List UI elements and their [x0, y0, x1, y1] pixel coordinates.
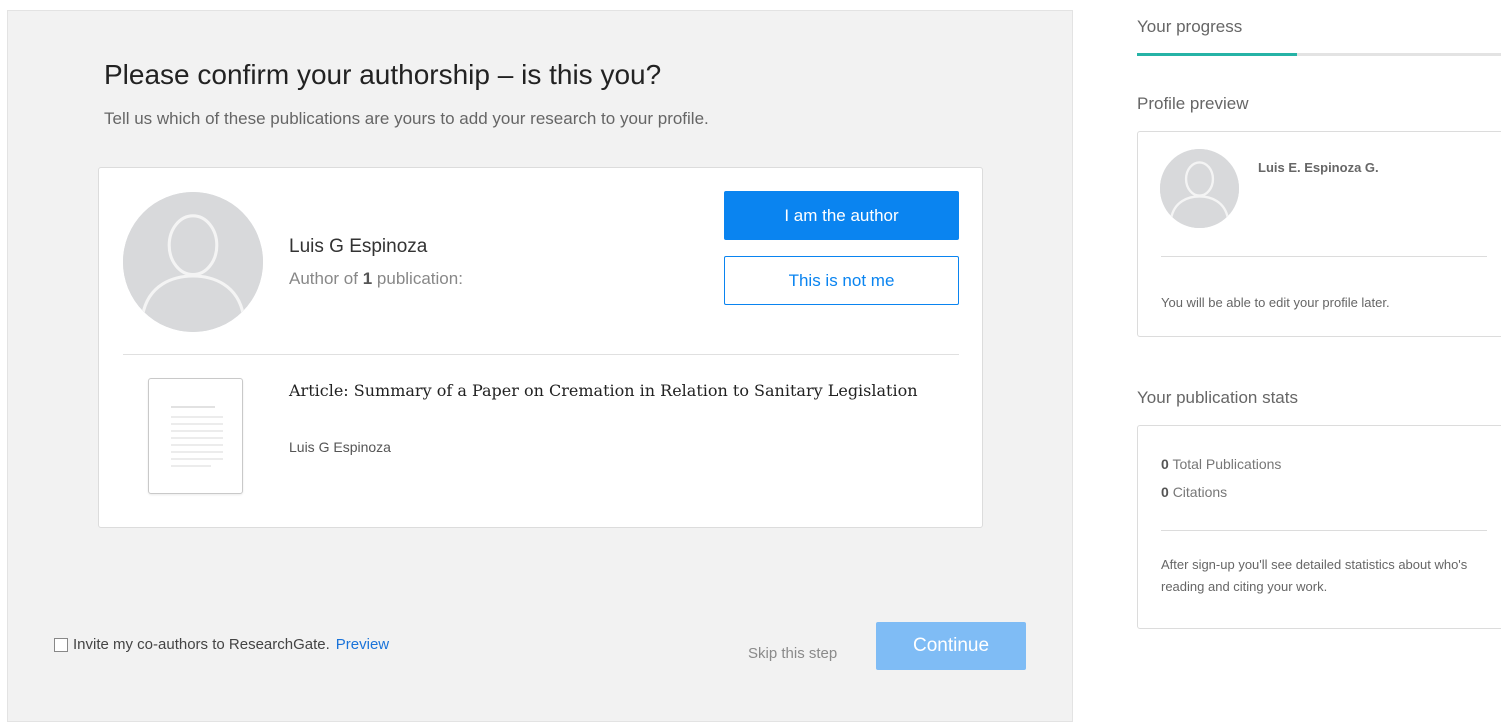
- authorship-panel: Please confirm your authorship – is this…: [7, 10, 1073, 722]
- this-is-not-me-button[interactable]: This is not me: [724, 256, 959, 305]
- i-am-the-author-button[interactable]: I am the author: [724, 191, 959, 240]
- continue-button[interactable]: Continue: [876, 622, 1026, 670]
- avatar-placeholder-icon: [1160, 149, 1239, 228]
- invite-coauthors-label[interactable]: Invite my co-authors to ResearchGate.: [73, 636, 330, 653]
- card-divider: [123, 354, 959, 355]
- publication-title[interactable]: Article: Summary of a Paper on Cremation…: [289, 380, 939, 402]
- progress-heading: Your progress: [1137, 17, 1243, 36]
- author-publication-count: Author of 1 publication:: [289, 269, 463, 288]
- progress-bar-fill: [1137, 53, 1298, 56]
- skip-step-link[interactable]: Skip this step: [748, 645, 837, 662]
- page-subtitle: Tell us which of these publications are …: [104, 109, 709, 128]
- publication-author: Luis G Espinoza: [289, 439, 391, 455]
- invite-coauthors-row: Invite my co-authors to ResearchGate. Pr…: [54, 636, 389, 653]
- citations-stat: 0 Citations: [1161, 484, 1228, 500]
- profile-preview-heading: Profile preview: [1137, 94, 1249, 113]
- avatar-placeholder-icon: [123, 192, 263, 332]
- publication-stats-heading: Your publication stats: [1137, 388, 1298, 407]
- stats-note: After sign-up you'll see detailed statis…: [1161, 557, 1468, 594]
- profile-preview-card: Luis E. Espinoza G. You will be able to …: [1137, 131, 1501, 337]
- total-publications-stat: 0 Total Publications: [1161, 456, 1282, 472]
- author-name: Luis G Espinoza: [289, 236, 428, 257]
- profile-preview-divider: [1161, 256, 1487, 257]
- profile-preview-note: You will be able to edit your profile la…: [1161, 295, 1390, 310]
- publication-stats-card: 0 Total Publications 0 Citations After s…: [1137, 425, 1501, 629]
- invite-coauthors-checkbox[interactable]: [54, 637, 68, 652]
- progress-bar: [1137, 53, 1501, 56]
- document-thumbnail-icon: [148, 378, 243, 494]
- preview-link[interactable]: Preview: [336, 636, 389, 653]
- page-title: Please confirm your authorship – is this…: [104, 59, 662, 90]
- stats-divider: [1161, 530, 1487, 531]
- author-card: Luis G Espinoza Author of 1 publication:…: [98, 167, 983, 528]
- profile-preview-name: Luis E. Espinoza G.: [1258, 160, 1379, 175]
